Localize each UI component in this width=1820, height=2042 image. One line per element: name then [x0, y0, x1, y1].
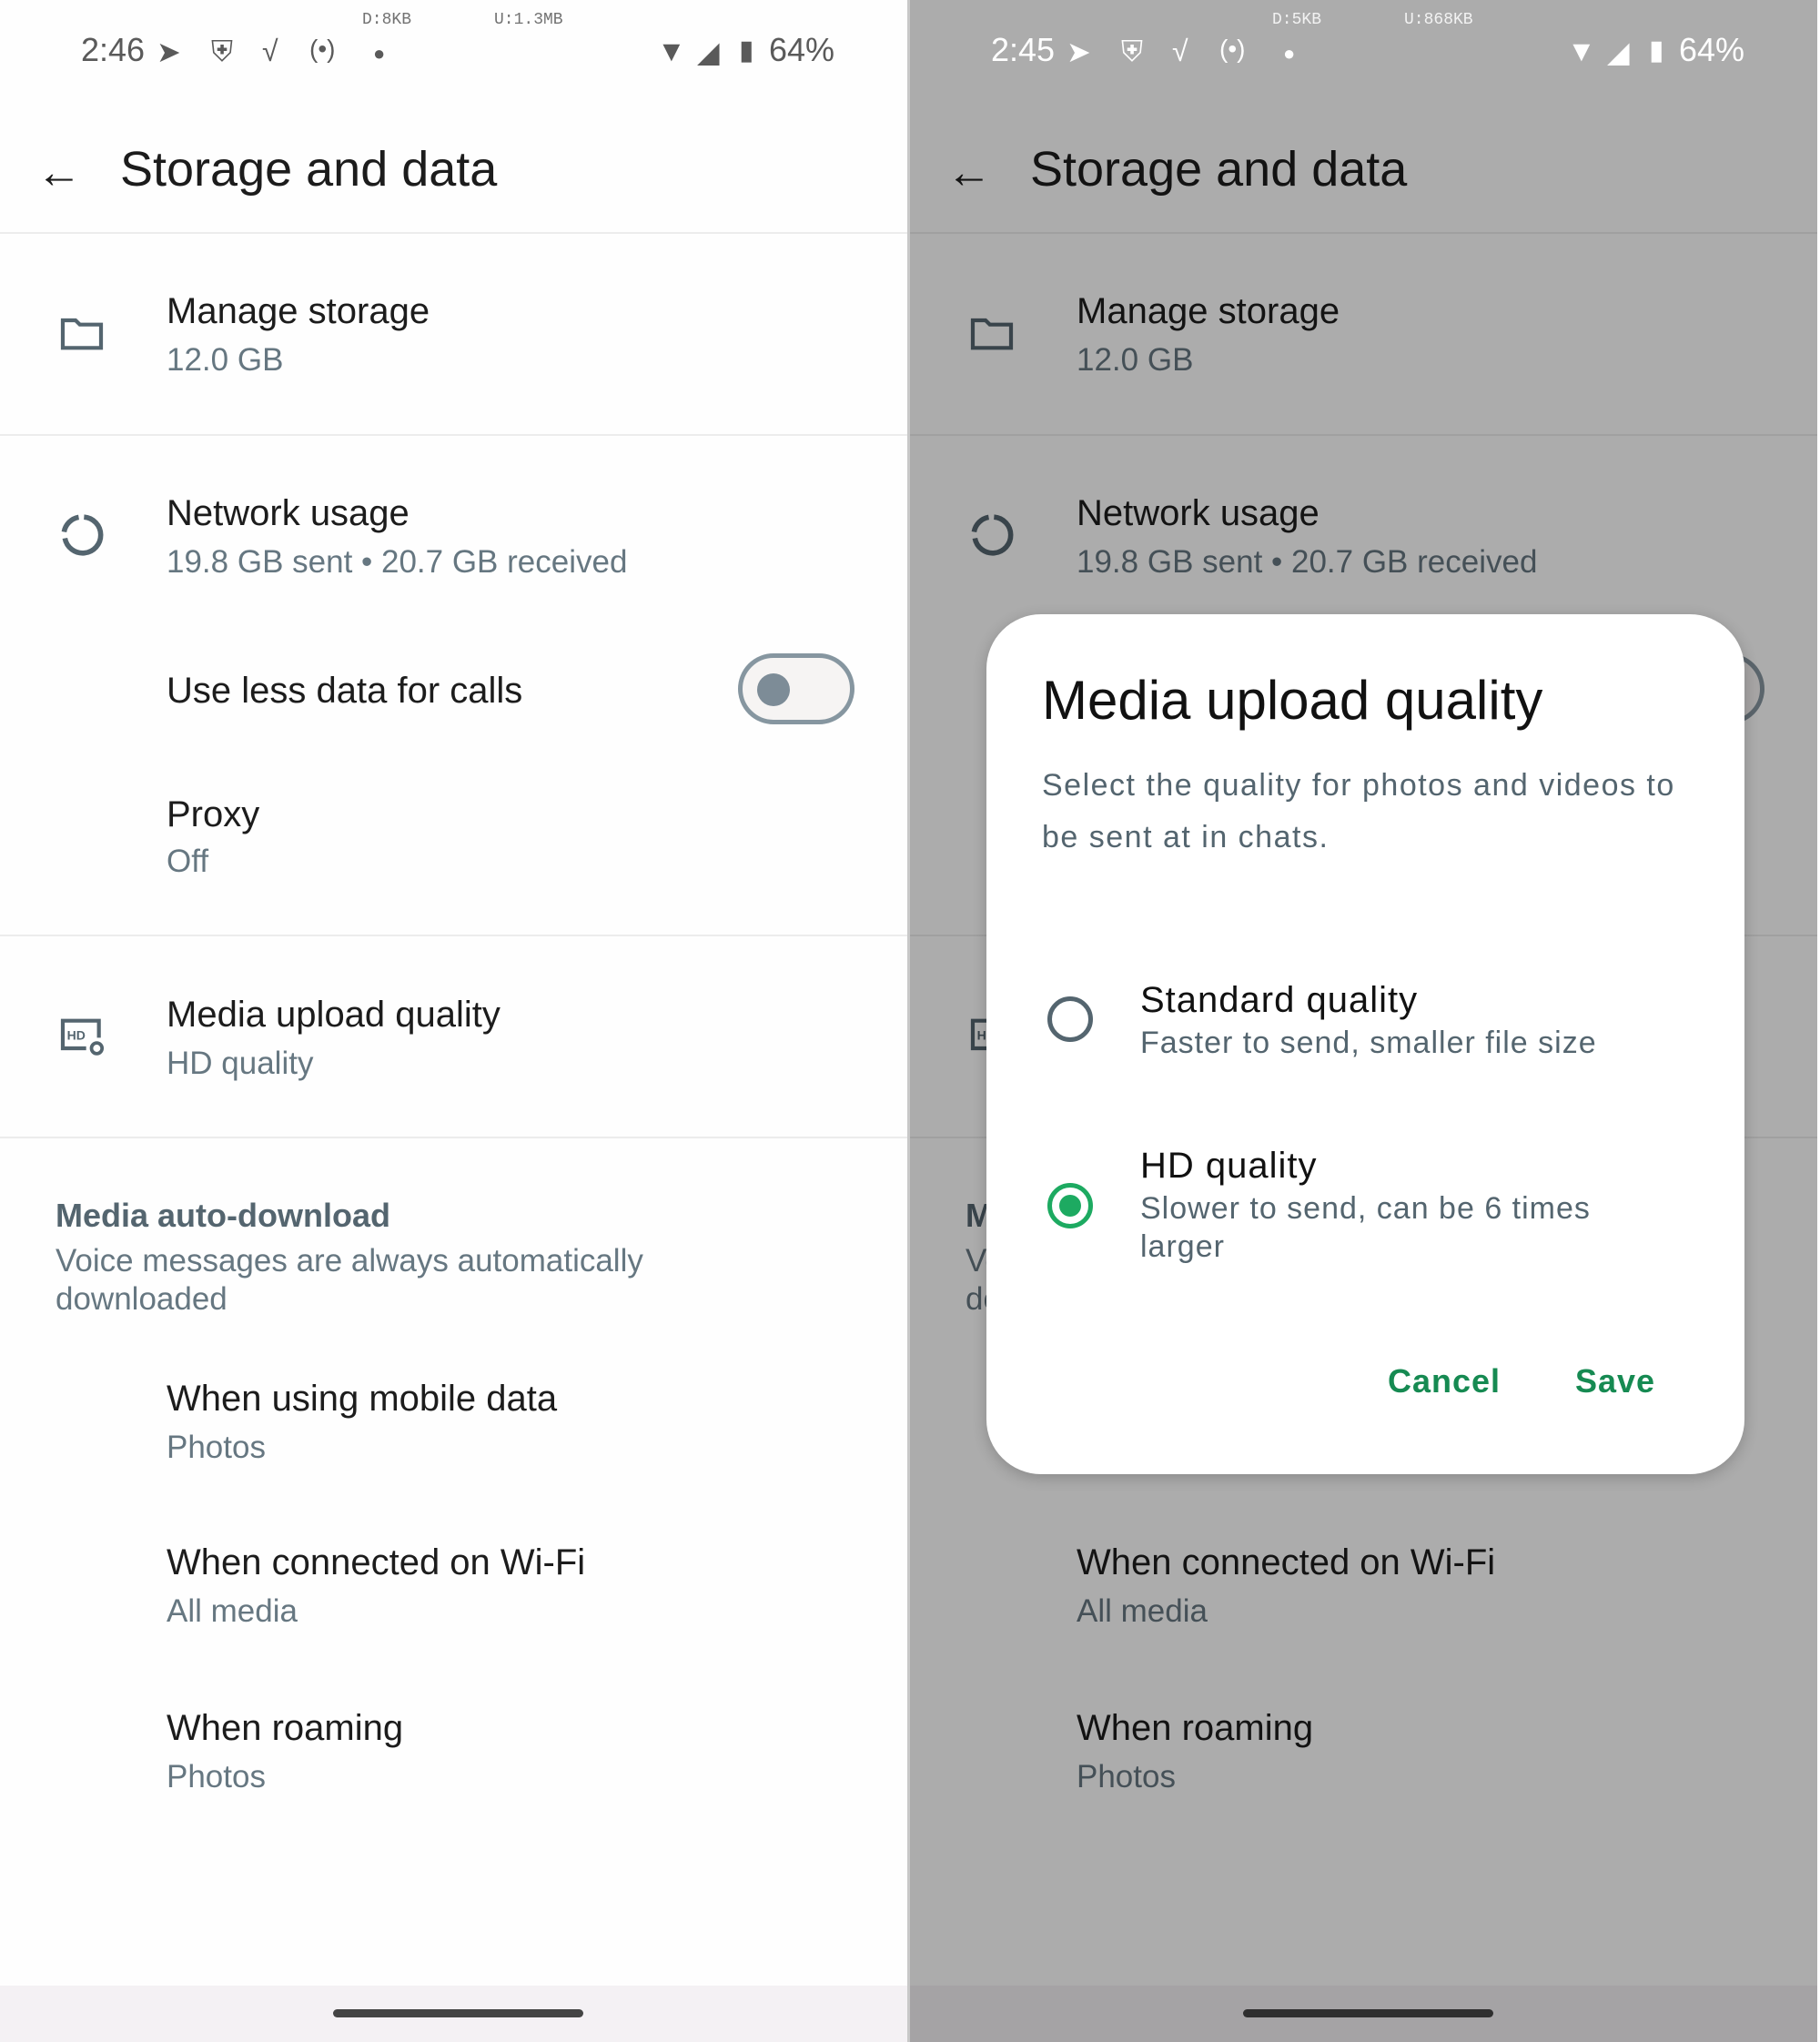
divider: [0, 232, 907, 234]
bird-icon: √: [262, 35, 278, 67]
telegram-icon: ➤: [157, 35, 181, 68]
section-header-auto-download: Media auto-download: [56, 1197, 390, 1234]
wifi-icon: ▼: [657, 35, 686, 67]
dot-icon: ●: [1283, 42, 1296, 65]
wifi-value: All media: [167, 1593, 298, 1629]
download-speed: D:5KB: [1272, 11, 1322, 29]
roaming-title: When roaming: [167, 1708, 404, 1748]
telegram-icon: ➤: [1067, 35, 1091, 68]
hotspot-icon: (•): [1219, 35, 1246, 63]
media-upload-quality-value: HD quality: [167, 1046, 314, 1081]
network-usage-title: Network usage: [167, 493, 410, 533]
signal-icon: ◢: [697, 35, 720, 68]
upload-speed: U:1.3MB: [494, 11, 563, 29]
battery-percent: 64%: [1679, 31, 1745, 68]
battery-charging-icon: ▮: [1649, 35, 1664, 66]
arrow-left-icon[interactable]: ←: [36, 146, 82, 198]
option-label: HD quality: [1140, 1146, 1318, 1186]
upload-speed: U:868KB: [1404, 11, 1473, 29]
signal-icon: ◢: [1607, 35, 1630, 68]
radio-standard[interactable]: [1047, 996, 1093, 1042]
wifi-icon: ▼: [1567, 35, 1596, 67]
status-bar: 2:45 ➤ ⛨ √ (•) ● D:5KB U:868KB ▼ ◢ ▮ 64%: [910, 0, 1817, 100]
mobile-data-value: Photos: [167, 1430, 266, 1465]
media-upload-quality-dialog: Media upload quality Select the quality …: [986, 614, 1744, 1474]
wifi-title: When connected on Wi-Fi: [167, 1542, 586, 1582]
status-time: 2:45: [991, 31, 1056, 68]
divider: [0, 935, 907, 936]
svg-text:HD: HD: [67, 1028, 86, 1043]
option-description: Slower to send, can be 6 times larger: [1140, 1191, 1591, 1264]
less-data-calls-toggle[interactable]: [738, 653, 854, 724]
bird-icon: √: [1172, 35, 1188, 67]
battery-percent: 64%: [769, 31, 835, 68]
radio-hd-selected[interactable]: [1047, 1183, 1093, 1228]
proxy-title: Proxy: [167, 794, 260, 834]
mobile-data-title: When using mobile data: [167, 1379, 558, 1419]
save-button[interactable]: Save: [1575, 1362, 1655, 1400]
dialog-title: Media upload quality: [1042, 670, 1543, 731]
toggle-knob: [757, 673, 790, 706]
dialog-description: Select the quality for photos and videos…: [1042, 768, 1675, 854]
battery-charging-icon: ▮: [739, 35, 754, 66]
download-speed: D:8KB: [362, 11, 412, 29]
status-time: 2:46: [81, 31, 146, 68]
proxy-value: Off: [167, 844, 209, 879]
shield-g-icon: ⛨: [211, 35, 234, 67]
auto-download-note: Voice messages are always automatically …: [56, 1243, 643, 1317]
cancel-button[interactable]: Cancel: [1388, 1362, 1501, 1400]
screen-settings: 2:46 ➤ ⛨ √ (•) ● D:8KB U:1.3MB ▼ ◢ ▮ 64%…: [0, 0, 907, 2042]
divider: [0, 434, 907, 436]
less-data-calls-label: Use less data for calls: [167, 671, 523, 711]
status-bar: 2:46 ➤ ⛨ √ (•) ● D:8KB U:1.3MB ▼ ◢ ▮ 64%: [0, 0, 907, 100]
dot-icon: ●: [373, 42, 386, 65]
hd-settings-icon: HD: [60, 1018, 105, 1056]
manage-storage-value: 12.0 GB: [167, 342, 284, 378]
shield-g-icon: ⛨: [1121, 35, 1144, 67]
divider: [0, 1137, 907, 1138]
hotspot-icon: (•): [309, 35, 336, 63]
option-description: Faster to send, smaller file size: [1140, 1026, 1597, 1060]
folder-icon: [60, 318, 104, 350]
data-usage-icon: [61, 514, 104, 556]
manage-storage-title: Manage storage: [167, 291, 430, 331]
network-usage-value: 19.8 GB sent • 20.7 GB received: [167, 544, 628, 580]
option-label: Standard quality: [1140, 980, 1419, 1020]
page-title: Storage and data: [120, 142, 498, 197]
home-handle[interactable]: [333, 2009, 583, 2017]
roaming-value: Photos: [167, 1759, 266, 1794]
media-upload-quality-title: Media upload quality: [167, 995, 500, 1035]
